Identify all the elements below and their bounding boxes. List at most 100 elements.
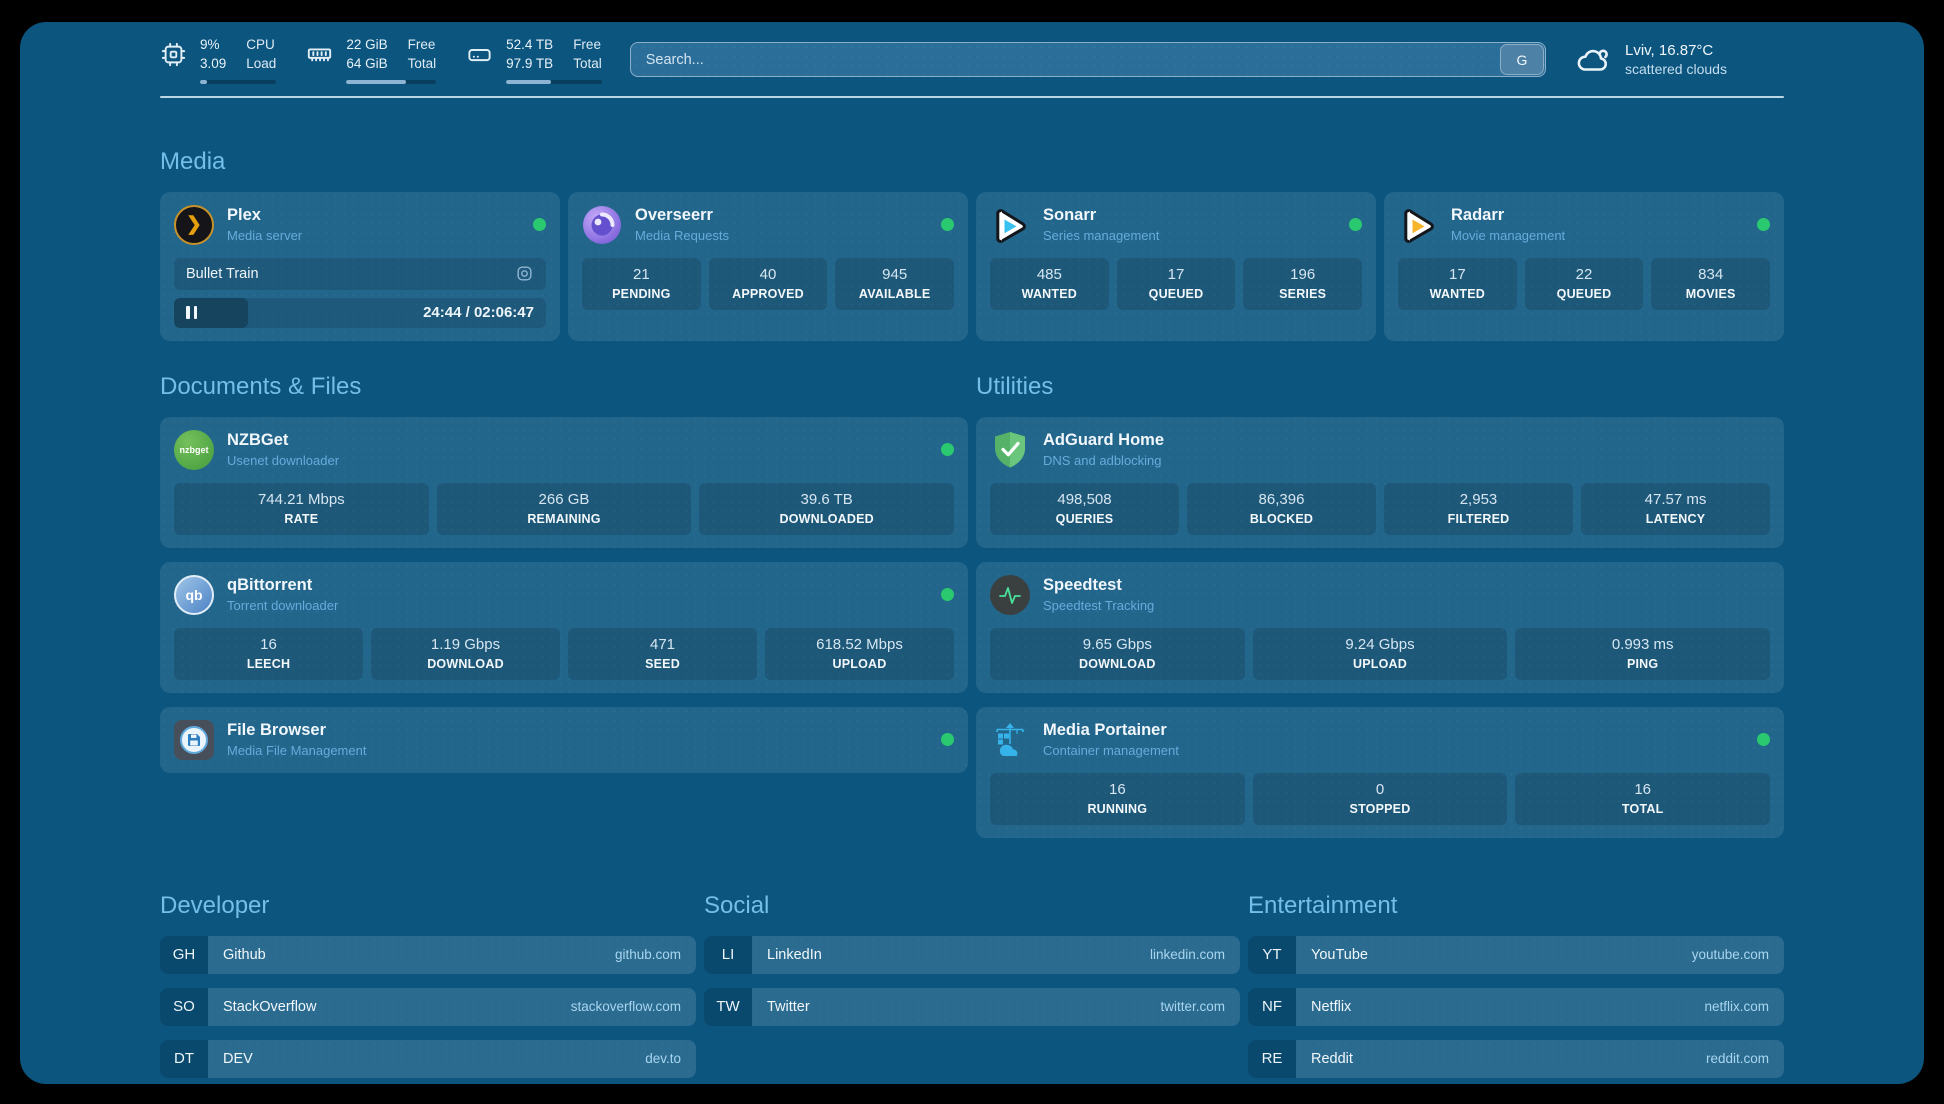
card-sonarr[interactable]: Sonarr Series management 485 WANTED 17 Q…: [976, 192, 1376, 341]
bookmark-youtube[interactable]: YT YouTubeyoutube.com: [1248, 936, 1784, 974]
card-title: AdGuard Home: [1043, 431, 1770, 450]
stat-value: 471: [572, 636, 753, 653]
stat-value: 17: [1402, 266, 1513, 283]
stat-label: MOVIES: [1655, 287, 1766, 301]
stat-label: FILTERED: [1388, 512, 1569, 526]
card-speedtest[interactable]: Speedtest Speedtest Tracking 9.65 Gbps D…: [976, 562, 1784, 693]
qbittorrent-icon: qb: [174, 575, 214, 615]
bookmark-twitter[interactable]: TW Twittertwitter.com: [704, 988, 1240, 1026]
pause-icon[interactable]: [186, 306, 197, 319]
bookmark-url: stackoverflow.com: [571, 999, 681, 1014]
stat-block: 0.993 ms PING: [1515, 628, 1770, 680]
bookmark-abbr: GH: [160, 936, 208, 974]
card-portainer[interactable]: Media Portainer Container management 16 …: [976, 707, 1784, 838]
stat-value: 834: [1655, 266, 1766, 283]
section-title-social: Social: [704, 892, 1240, 920]
stat-value: 22: [1529, 266, 1640, 283]
bookmark-netflix[interactable]: NF Netflixnetflix.com: [1248, 988, 1784, 1026]
status-dot: [1349, 218, 1362, 231]
card-qbittorrent[interactable]: qb qBittorrent Torrent downloader 16 LEE…: [160, 562, 968, 693]
search-input[interactable]: [631, 43, 1499, 76]
stat-value: 498,508: [994, 491, 1175, 508]
card-overseerr[interactable]: Overseerr Media Requests 21 PENDING 40 A…: [568, 192, 968, 341]
stat-block: 1.19 Gbps DOWNLOAD: [371, 628, 560, 680]
stat-value: 21: [586, 266, 697, 283]
bookmark-url: youtube.com: [1692, 947, 1769, 962]
stat-block: 744.21 Mbps RATE: [174, 483, 429, 535]
stat-block: 40 APPROVED: [709, 258, 828, 310]
stat-value: 0.993 ms: [1519, 636, 1766, 653]
card-desc: Speedtest Tracking: [1043, 598, 1770, 613]
stat-label: LEECH: [178, 657, 359, 671]
sonarr-icon: [990, 205, 1030, 245]
stat-block: 39.6 TB DOWNLOADED: [699, 483, 954, 535]
status-dot: [1757, 218, 1770, 231]
cpu-progress-fill: [200, 80, 207, 84]
card-title: qBittorrent: [227, 576, 928, 595]
filebrowser-icon: [174, 720, 214, 760]
section-title-media: Media: [160, 148, 1784, 176]
bookmark-dev[interactable]: DT DEVdev.to: [160, 1040, 696, 1078]
card-nzbget[interactable]: nzbget NZBGet Usenet downloader 744.21 M…: [160, 417, 968, 548]
search-bar[interactable]: G: [630, 42, 1546, 77]
bookmark-stackoverflow[interactable]: SO StackOverflowstackoverflow.com: [160, 988, 696, 1026]
cpu-usage-value: 9%: [200, 36, 226, 55]
stat-value: 0: [1257, 781, 1504, 798]
disk-free-label: Free: [573, 36, 602, 55]
card-plex[interactable]: ❯ Plex Media server Bullet Train: [160, 192, 560, 341]
section-title-entertainment: Entertainment: [1248, 892, 1784, 920]
stat-block: 945 AVAILABLE: [835, 258, 954, 310]
bookmark-url: linkedin.com: [1150, 947, 1225, 962]
weather-location-temp: Lviv, 16.87°C: [1625, 42, 1727, 59]
section-title-utilities: Utilities: [976, 373, 1784, 401]
card-desc: Movie management: [1451, 228, 1744, 243]
stat-block: 16 TOTAL: [1515, 773, 1770, 825]
bookmark-abbr: LI: [704, 936, 752, 974]
card-desc: Media File Management: [227, 743, 928, 758]
stat-label: DOWNLOAD: [375, 657, 556, 671]
stat-label: DOWNLOAD: [994, 657, 1241, 671]
stat-label: SEED: [572, 657, 753, 671]
stat-block: 22 QUEUED: [1525, 258, 1644, 310]
bookmark-name: LinkedIn: [767, 947, 822, 963]
stat-block: 17 WANTED: [1398, 258, 1517, 310]
bookmark-linkedin[interactable]: LI LinkedIn linkedin.com: [704, 936, 1240, 974]
bookmark-url: reddit.com: [1706, 1051, 1769, 1066]
bookmark-abbr: SO: [160, 988, 208, 1026]
stat-label: QUEUED: [1121, 287, 1232, 301]
webcam-icon[interactable]: [515, 264, 534, 283]
disk-progress-track: [506, 80, 602, 84]
card-adguard[interactable]: AdGuard Home DNS and adblocking 498,508 …: [976, 417, 1784, 548]
playback-progress-bar[interactable]: 24:44 / 02:06:47: [174, 298, 546, 328]
ram-total-value: 64 GiB: [346, 55, 387, 74]
radarr-icon: [1398, 205, 1438, 245]
card-filebrowser[interactable]: File Browser Media File Management: [160, 707, 968, 773]
section-title-developer: Developer: [160, 892, 696, 920]
stat-label: WANTED: [994, 287, 1105, 301]
ram-free-value: 22 GiB: [346, 36, 387, 55]
bookmark-name: YouTube: [1311, 947, 1368, 963]
bookmark-name: DEV: [223, 1051, 253, 1067]
disk-icon: [466, 41, 493, 68]
bookmark-reddit[interactable]: RE Redditreddit.com: [1248, 1040, 1784, 1078]
bookmark-abbr: RE: [1248, 1040, 1296, 1078]
stat-block: 17 QUEUED: [1117, 258, 1236, 310]
status-dot: [533, 218, 546, 231]
stat-label: WANTED: [1402, 287, 1513, 301]
stat-value: 2,953: [1388, 491, 1569, 508]
card-radarr[interactable]: Radarr Movie management 17 WANTED 22 QUE…: [1384, 192, 1784, 341]
stat-value: 945: [839, 266, 950, 283]
stat-label: LATENCY: [1585, 512, 1766, 526]
portainer-icon: [990, 720, 1030, 760]
search-engine-button[interactable]: G: [1500, 44, 1544, 75]
card-desc: DNS and adblocking: [1043, 453, 1770, 468]
stat-value: 39.6 TB: [703, 491, 950, 508]
stat-label: PING: [1519, 657, 1766, 671]
stat-value: 16: [178, 636, 359, 653]
cloud-icon: [1574, 41, 1612, 79]
card-desc: Torrent downloader: [227, 598, 928, 613]
stat-block: 9.65 Gbps DOWNLOAD: [990, 628, 1245, 680]
bookmark-url: dev.to: [645, 1051, 681, 1066]
bookmark-github[interactable]: GH Githubgithub.com: [160, 936, 696, 974]
now-playing-row: Bullet Train: [174, 258, 546, 290]
